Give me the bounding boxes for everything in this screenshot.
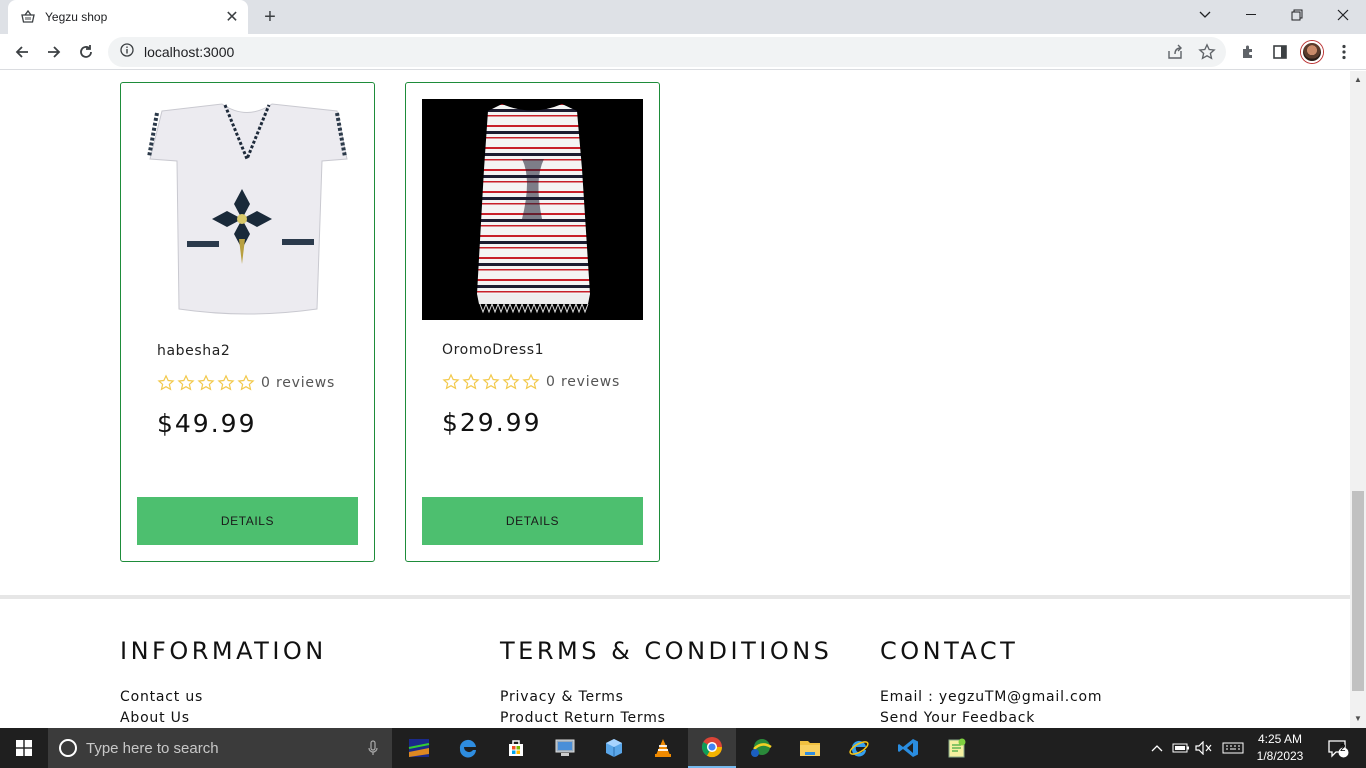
file-explorer-icon[interactable] <box>786 728 834 768</box>
privacy-terms-link[interactable]: Privacy & Terms <box>500 689 832 710</box>
basket-icon <box>20 9 36 25</box>
product-image[interactable] <box>422 99 643 320</box>
side-panel-icon[interactable] <box>1266 38 1294 66</box>
footer-terms: TERMS & CONDITIONS Privacy & Terms Produ… <box>500 637 832 728</box>
address-bar[interactable]: localhost:3000 <box>108 37 1226 67</box>
network-globe-icon[interactable] <box>737 728 785 768</box>
scroll-up-icon[interactable]: ▲ <box>1353 75 1363 85</box>
star-outline-icon <box>482 373 500 390</box>
footer-heading: CONTACT <box>880 637 1019 665</box>
minimize-icon[interactable] <box>1228 0 1274 30</box>
forward-icon[interactable] <box>40 38 68 66</box>
site-footer: INFORMATION Contact us About Us TERMS & … <box>0 595 1350 728</box>
close-window-icon[interactable] <box>1320 0 1366 30</box>
show-hidden-icons[interactable] <box>1148 728 1166 768</box>
scroll-down-icon[interactable]: ▼ <box>1353 714 1363 724</box>
tab-search-icon[interactable] <box>1182 0 1228 30</box>
details-button[interactable]: DETAILS <box>422 497 643 545</box>
footer-heading: INFORMATION <box>120 637 327 665</box>
network-computer-icon[interactable] <box>541 728 589 768</box>
notepad-plus-icon[interactable] <box>933 728 981 768</box>
product-price: $49.99 <box>157 409 257 438</box>
taskbar-clock[interactable]: 4:25 AM 1/8/2023 <box>1248 731 1312 765</box>
search-placeholder: Type here to search <box>86 739 219 757</box>
review-count: 0 reviews <box>261 375 336 391</box>
windows-start-icon[interactable] <box>0 728 48 768</box>
product-name[interactable]: habesha2 <box>157 343 230 359</box>
share-icon[interactable] <box>1166 43 1184 66</box>
taskbar-app-winamp-icon[interactable] <box>395 728 443 768</box>
microphone-icon[interactable] <box>368 740 378 756</box>
close-tab-icon[interactable]: ✕ <box>222 7 242 27</box>
scrollbar-thumb[interactable] <box>1352 491 1364 691</box>
product-card[interactable]: OromoDress1 0 reviews $29.99 DETAILS <box>405 82 660 562</box>
browser-tabstrip: Yegzu shop ✕ + <box>0 0 1366 34</box>
contact-us-link[interactable]: Contact us <box>120 689 327 710</box>
edge-legacy-icon[interactable] <box>444 728 492 768</box>
cortana-circle-icon <box>59 739 77 757</box>
product-card[interactable]: habesha2 0 reviews $49.99 DETAILS <box>120 82 375 562</box>
microsoft-store-icon[interactable] <box>492 728 540 768</box>
info-icon[interactable] <box>120 42 134 62</box>
product-name[interactable]: OromoDress1 <box>442 342 544 358</box>
menu-kebab-icon[interactable] <box>1330 38 1358 66</box>
restore-icon[interactable] <box>1274 0 1320 30</box>
extensions-icon[interactable] <box>1234 38 1262 66</box>
windows-taskbar: Type here to search 4:25 AM 1/8/2023 2 <box>0 728 1366 768</box>
page-viewport: habesha2 0 reviews $49.99 DETAILS OromoD… <box>0 71 1350 728</box>
clock-time: 4:25 AM <box>1257 732 1303 746</box>
star-outline-icon <box>522 373 540 390</box>
vlc-icon[interactable] <box>639 728 687 768</box>
new-tab-icon[interactable]: + <box>258 6 282 28</box>
profile-avatar[interactable] <box>1301 41 1323 63</box>
volume-muted-icon[interactable] <box>1193 728 1215 768</box>
product-image[interactable] <box>137 99 358 320</box>
url-text: localhost:3000 <box>144 44 235 60</box>
keyboard-icon[interactable] <box>1220 728 1246 768</box>
star-outline-icon <box>177 374 195 391</box>
vscode-icon[interactable] <box>884 728 932 768</box>
footer-information: INFORMATION Contact us About Us <box>120 637 327 728</box>
reload-icon[interactable] <box>72 38 100 66</box>
star-outline-icon <box>502 373 520 390</box>
chrome-icon[interactable] <box>688 728 736 768</box>
footer-heading: TERMS & CONDITIONS <box>500 637 833 665</box>
star-outline-icon <box>197 374 215 391</box>
bookmark-star-icon[interactable] <box>1198 43 1216 66</box>
feedback-link[interactable]: Send Your Feedback <box>880 710 1102 728</box>
star-outline-icon <box>237 374 255 391</box>
back-icon[interactable] <box>8 38 36 66</box>
internet-explorer-icon[interactable] <box>835 728 883 768</box>
taskbar-search[interactable]: Type here to search <box>48 728 392 768</box>
about-us-link[interactable]: About Us <box>120 710 327 728</box>
footer-contact: CONTACT Email : yegzuTM@gmail.com Send Y… <box>880 637 1102 728</box>
3d-box-icon[interactable] <box>590 728 638 768</box>
notification-center-icon[interactable]: 2 <box>1318 728 1358 768</box>
star-outline-icon <box>462 373 480 390</box>
product-rating: 0 reviews <box>157 374 335 392</box>
star-outline-icon <box>442 373 460 390</box>
page-scrollbar[interactable]: ▲ ▼ <box>1350 71 1366 728</box>
product-price: $29.99 <box>442 408 542 437</box>
return-terms-link[interactable]: Product Return Terms <box>500 710 832 728</box>
clock-date: 1/8/2023 <box>1256 749 1304 763</box>
star-outline-icon <box>217 374 235 391</box>
product-rating: 0 reviews <box>442 373 620 391</box>
notification-count: 2 <box>1340 743 1346 754</box>
battery-icon[interactable] <box>1170 728 1192 768</box>
star-outline-icon <box>157 374 175 391</box>
browser-toolbar: localhost:3000 <box>0 34 1366 70</box>
browser-tab[interactable]: Yegzu shop ✕ <box>8 0 248 34</box>
email-link[interactable]: Email : yegzuTM@gmail.com <box>880 689 1102 710</box>
tab-title: Yegzu shop <box>45 10 108 24</box>
details-button[interactable]: DETAILS <box>137 497 358 545</box>
review-count: 0 reviews <box>546 374 621 390</box>
